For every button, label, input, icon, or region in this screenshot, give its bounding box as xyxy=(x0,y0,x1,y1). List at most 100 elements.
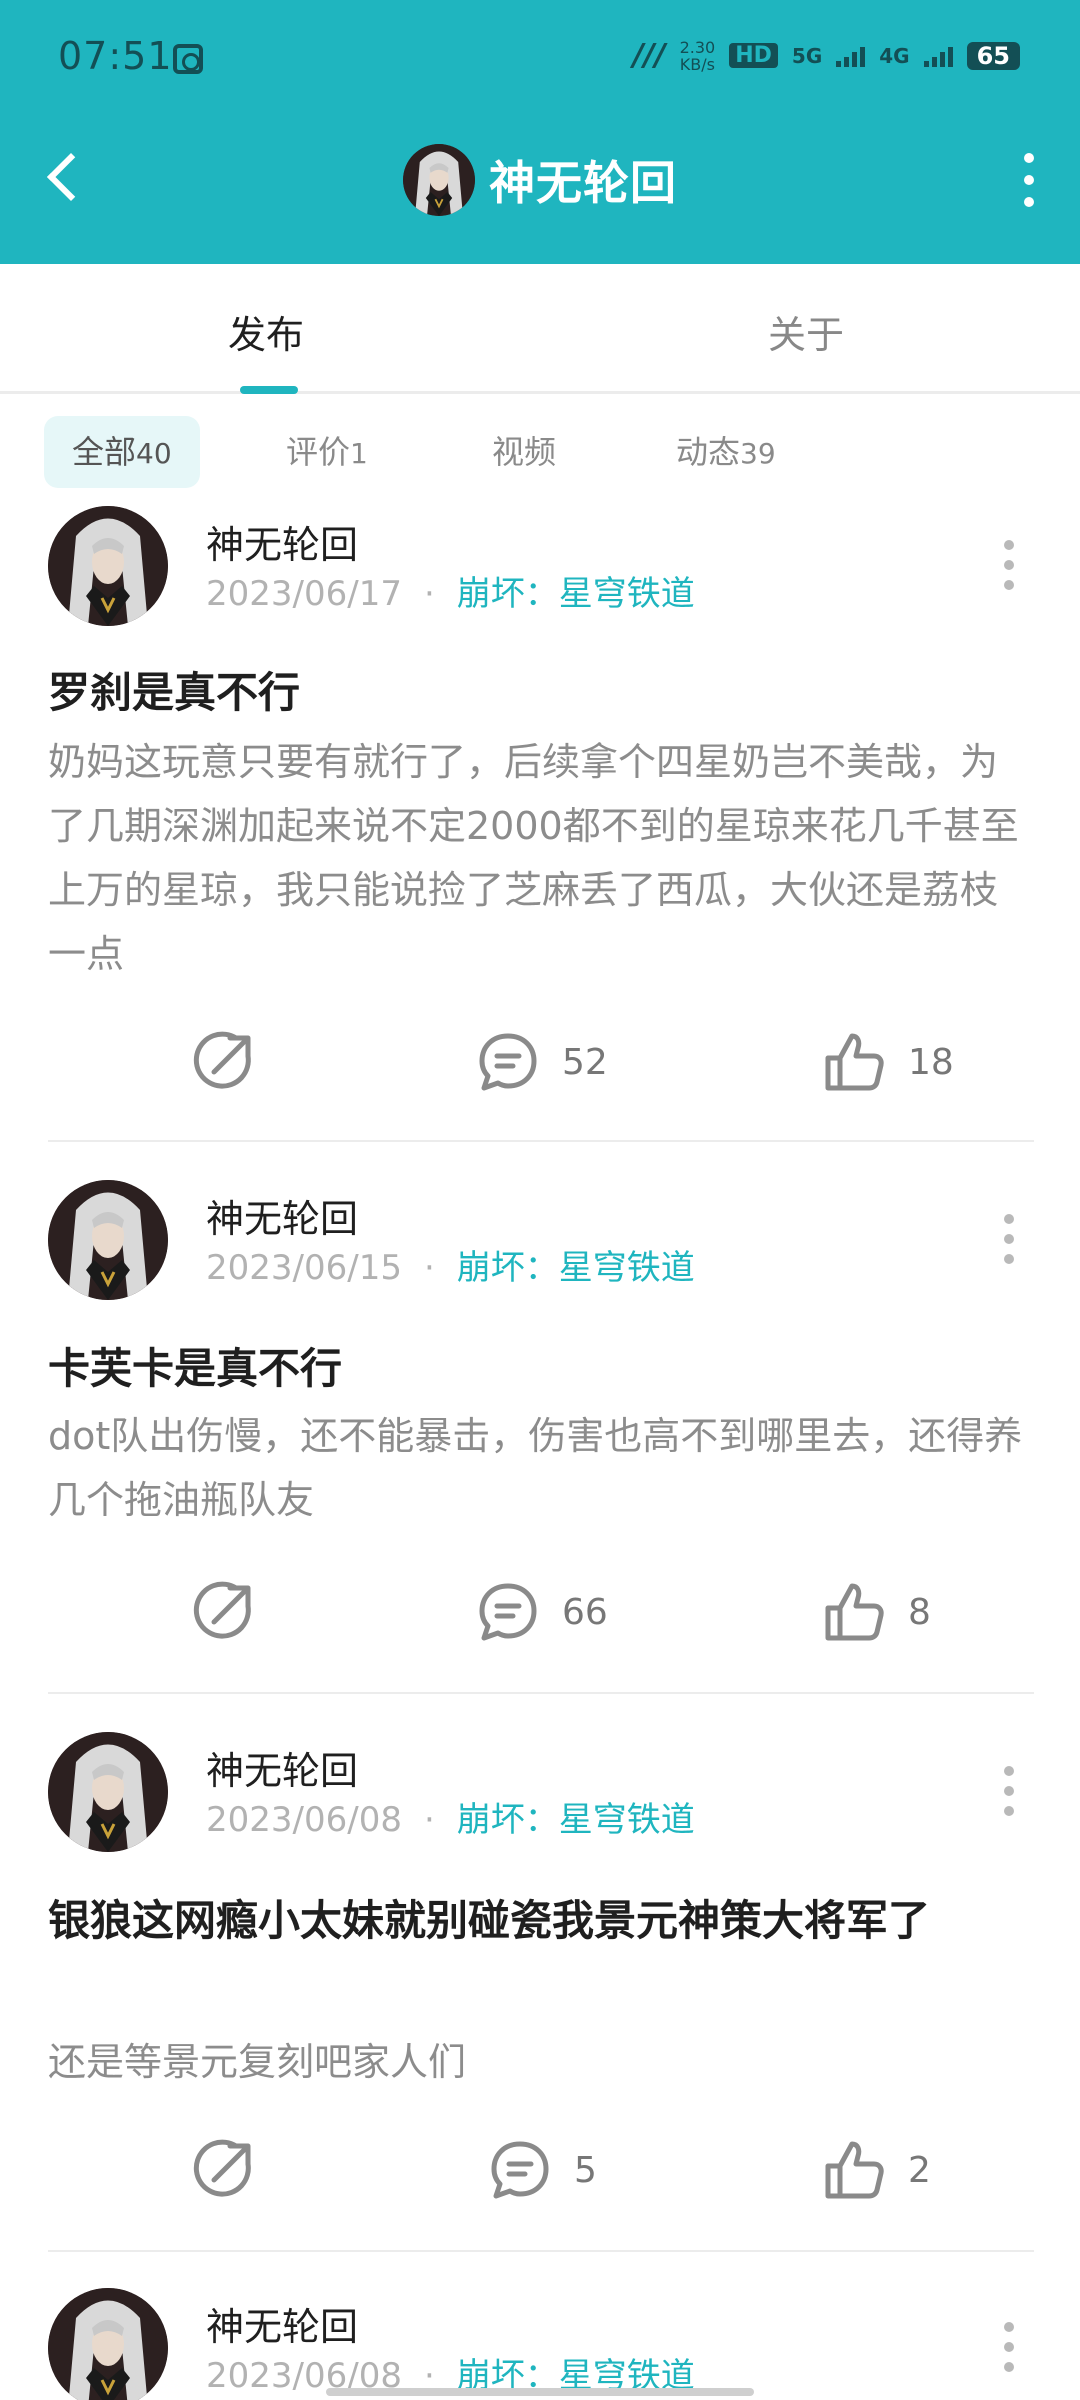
comment-icon xyxy=(488,2138,552,2202)
more-vertical-icon xyxy=(1004,2322,1014,2332)
author-avatar[interactable] xyxy=(48,1180,168,1300)
post-divider xyxy=(48,1692,1034,1694)
post-more-button[interactable] xyxy=(1004,540,1016,590)
comment-button[interactable]: 52 xyxy=(476,1022,608,1102)
share-button[interactable] xyxy=(192,1022,256,1102)
avatar-image xyxy=(48,1732,168,1852)
post-date: 2023/06/15 xyxy=(206,1248,402,1288)
post-body[interactable]: dot队出伤慢，还不能暴击，伤害也高不到哪里去，还得养几个拖油瓶队友 xyxy=(48,1404,1034,1532)
game-tag-link[interactable]: 崩坏：星穹铁道 xyxy=(457,1800,695,1840)
filter-reviews[interactable]: 评价1 xyxy=(286,416,368,488)
comment-button[interactable]: 66 xyxy=(476,1572,608,1652)
post-meta: 2023/06/08 · 崩坏：星穹铁道 xyxy=(206,1792,695,1841)
post-meta: 2023/06/15 · 崩坏：星穹铁道 xyxy=(206,1240,695,1289)
filter-videos[interactable]: 视频 xyxy=(492,416,556,488)
home-indicator xyxy=(326,2388,754,2396)
author-name[interactable]: 神无轮回 xyxy=(206,514,358,569)
post-actions: 52 18 xyxy=(48,1022,1034,1102)
more-vertical-icon xyxy=(1024,153,1034,163)
post-divider xyxy=(48,2250,1034,2252)
like-button[interactable]: 2 xyxy=(822,2130,931,2210)
post-more-button[interactable] xyxy=(1004,2322,1016,2372)
meta-separator: · xyxy=(423,574,435,614)
tab-about[interactable]: 关于 xyxy=(768,304,844,359)
signal-5g-label: 5G xyxy=(791,43,823,68)
avatar-image xyxy=(403,144,475,216)
post-date: 2023/06/08 xyxy=(206,1800,402,1840)
like-icon xyxy=(822,1580,886,1644)
share-icon xyxy=(192,1030,256,1094)
like-icon xyxy=(822,1030,886,1094)
post-meta: 2023/06/17 · 崩坏：星穹铁道 xyxy=(206,566,695,615)
signal-5g-bars-icon xyxy=(836,45,866,67)
author-avatar[interactable] xyxy=(48,506,168,626)
more-vertical-icon xyxy=(1004,540,1014,550)
like-icon xyxy=(822,2138,886,2202)
more-vertical-icon xyxy=(1004,1214,1014,1224)
filter-moments-label: 动态 xyxy=(676,433,741,471)
post-actions: 66 8 xyxy=(48,1572,1034,1652)
filter-all-count: 40 xyxy=(136,437,172,470)
post-card[interactable]: 神无轮回 2023/06/08 · 崩坏：星穹铁道 银狼这网瘾小太妹就别碰瓷我景元神… xyxy=(48,1732,1034,2252)
comment-button[interactable]: 5 xyxy=(488,2130,597,2210)
post-actions: 5 2 xyxy=(48,2130,1034,2210)
filter-reviews-label: 评价 xyxy=(286,433,351,471)
page-title: 神无轮回 xyxy=(489,156,677,210)
app-header: 07:51 /// 2.30 KB/s HD 5G 4G 65 神无轮回 xyxy=(0,0,1080,264)
post-date: 2023/06/17 xyxy=(206,574,402,614)
author-avatar[interactable] xyxy=(48,2288,168,2400)
share-icon xyxy=(192,1580,256,1644)
filter-videos-label: 视频 xyxy=(492,433,557,471)
game-tag-link[interactable]: 崩坏：星穹铁道 xyxy=(457,574,695,614)
comment-count: 52 xyxy=(562,1041,608,1083)
comment-icon xyxy=(476,1580,540,1644)
status-bar: 07:51 /// 2.30 KB/s HD 5G 4G 65 xyxy=(0,0,1080,120)
like-button[interactable]: 8 xyxy=(822,1572,931,1652)
like-count: 18 xyxy=(908,1041,954,1083)
network-speed-unit: KB/s xyxy=(679,54,715,74)
tab-publish[interactable]: 发布 xyxy=(228,304,304,359)
like-count: 2 xyxy=(908,2149,931,2191)
filter-all[interactable]: 全部40 xyxy=(44,416,200,488)
comment-count: 5 xyxy=(574,2149,597,2191)
filter-bar: 全部40 评价1 视频 动态39 xyxy=(44,416,1044,488)
post-card[interactable]: 神无轮回 2023/06/15 · 崩坏：星穹铁道 卡芙卡是真不行 dot队出伤慢，… xyxy=(48,1180,1034,1694)
post-card[interactable]: 神无轮回 2023/06/17 · 崩坏：星穹铁道 罗刹是真不行 奶妈这玩意只要有就… xyxy=(48,506,1034,1142)
more-options-button[interactable] xyxy=(1014,150,1044,210)
post-title[interactable]: 卡芙卡是真不行 xyxy=(48,1336,1034,1402)
header-avatar[interactable] xyxy=(403,144,475,216)
status-time: 07:51 xyxy=(58,34,173,78)
profile-tabs: 发布 关于 xyxy=(0,264,1080,394)
network-speed: 2.30 KB/s xyxy=(680,39,716,73)
notification-app-icon xyxy=(173,44,203,74)
post-more-button[interactable] xyxy=(1004,1214,1016,1264)
like-button[interactable]: 18 xyxy=(822,1022,954,1102)
comment-count: 66 xyxy=(562,1591,608,1633)
signal-4g-bars-icon xyxy=(923,45,953,67)
avatar-image xyxy=(48,1180,168,1300)
game-tag-link[interactable]: 崩坏：星穹铁道 xyxy=(457,1248,695,1288)
share-button[interactable] xyxy=(192,2130,256,2210)
share-icon xyxy=(192,2138,256,2202)
share-button[interactable] xyxy=(192,1572,256,1652)
header-profile: 神无轮回 xyxy=(0,140,1080,220)
avatar-image xyxy=(48,2288,168,2400)
filter-all-label: 全部 xyxy=(72,433,137,471)
hd-badge: HD xyxy=(729,43,778,68)
post-title[interactable]: 银狼这网瘾小太妹就别碰瓷我景元神策大将军了 xyxy=(48,1888,1034,1954)
avatar-image xyxy=(48,506,168,626)
post-more-button[interactable] xyxy=(1004,1766,1016,1816)
comment-icon xyxy=(476,1030,540,1094)
author-avatar[interactable] xyxy=(48,1732,168,1852)
post-card[interactable]: 神无轮回 2023/06/08 · 崩坏：星穹铁道 xyxy=(48,2288,1034,2400)
author-name[interactable]: 神无轮回 xyxy=(206,1188,358,1243)
author-name[interactable]: 神无轮回 xyxy=(206,2296,358,2351)
like-count: 8 xyxy=(908,1591,931,1633)
post-title[interactable]: 罗刹是真不行 xyxy=(48,660,1034,726)
post-body[interactable]: 还是等景元复刻吧家人们 xyxy=(48,2030,1034,2094)
meta-separator: · xyxy=(423,1800,435,1840)
filter-moments[interactable]: 动态39 xyxy=(676,416,776,488)
author-name[interactable]: 神无轮回 xyxy=(206,1740,358,1795)
tab-active-indicator xyxy=(240,386,298,394)
post-body[interactable]: 奶妈这玩意只要有就行了，后续拿个四星奶岂不美哉，为了几期深渊加起来说不定2000… xyxy=(48,730,1034,986)
